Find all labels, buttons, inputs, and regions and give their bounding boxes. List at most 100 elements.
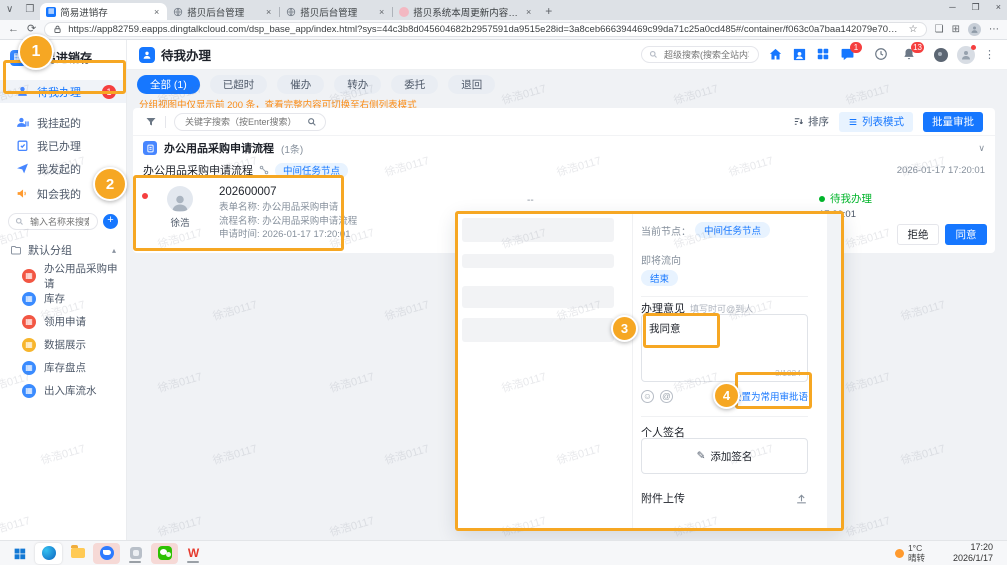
taskbar-app-icon[interactable] [122, 543, 149, 564]
collapse-up-icon[interactable]: ▴ [112, 246, 116, 255]
more-menu-icon[interactable]: ⋮ [984, 48, 995, 61]
assistant-icon[interactable] [934, 48, 948, 62]
contacts-icon[interactable] [792, 47, 807, 62]
filter-overdue[interactable]: 已超时 [210, 75, 268, 94]
avatar-notification-dot [971, 45, 976, 50]
sidebar-item-purchase-request[interactable]: ▦ 办公用品采购申请 [0, 264, 126, 287]
apps-grid-icon[interactable] [816, 47, 831, 62]
tab3-close-icon[interactable]: × [377, 7, 386, 17]
global-search-wrap[interactable] [641, 46, 759, 63]
list-mode-button[interactable]: 列表模式 [839, 112, 913, 132]
browser-menu-icon[interactable]: ⋯ [989, 25, 999, 35]
list-toolbar: 排序 列表模式 批量审批 [133, 108, 995, 136]
taskbar-dingtalk-icon[interactable] [93, 543, 120, 564]
url-field[interactable]: https://app82759.eapps.dingtalkcloud.com… [44, 22, 926, 37]
dialog-scroll-track[interactable] [827, 212, 843, 530]
notifications-badge: 13 [911, 42, 924, 53]
approve-button[interactable]: 同意 [945, 224, 987, 245]
user-avatar[interactable] [957, 46, 975, 64]
extensions-icon[interactable]: ⊞ [952, 25, 960, 35]
filter-all[interactable]: 全部 (1) [137, 75, 200, 94]
tab3-favicon-globe-icon [286, 7, 296, 17]
start-button[interactable] [6, 543, 33, 564]
messages-icon[interactable]: 1 [840, 47, 855, 62]
taskbar-edge-icon[interactable] [35, 543, 62, 564]
site-info-lock-icon[interactable] [53, 25, 62, 34]
history-clock-icon[interactable] [874, 47, 889, 62]
filter-delegate[interactable]: 委托 [391, 75, 438, 94]
window-minimize-icon[interactable]: ─ [949, 2, 955, 13]
filter-urge[interactable]: 催办 [277, 75, 324, 94]
new-tab-button[interactable]: + [539, 3, 558, 19]
tab1-close-icon[interactable]: × [152, 7, 161, 17]
browser-tab-3[interactable]: 搭贝后台管理 × [280, 3, 392, 20]
sidebar-search-input-wrap[interactable] [8, 213, 98, 230]
sort-button[interactable]: 排序 [793, 114, 829, 129]
add-group-button[interactable]: + [103, 214, 118, 229]
mention-at-icon[interactable]: @ [660, 390, 673, 403]
sidebar-item-requisition[interactable]: ▦ 领用申请 [0, 310, 126, 333]
keyword-search-input[interactable] [183, 116, 302, 128]
sidebar-item-todo[interactable]: 待我办理 1 [0, 80, 126, 103]
global-search-input[interactable] [662, 49, 751, 61]
sidebar-item-label: 知会我的 [37, 186, 81, 202]
applicant-block: 徐浩 [163, 186, 197, 229]
sidebar-item-suspended[interactable]: 我挂起的 [0, 111, 126, 134]
filter-return[interactable]: 退回 [448, 75, 495, 94]
section-collapse-chevron-icon[interactable]: ∨ [978, 143, 985, 154]
taskbar-weather[interactable]: 1°C 晴转 [895, 543, 925, 563]
sidebar-search-input[interactable] [28, 216, 91, 228]
tab-search-chevron-icon[interactable]: ∨ [0, 2, 19, 18]
group-item-label: 数据展示 [44, 337, 86, 352]
taskbar-wps-icon[interactable]: W [180, 543, 207, 564]
browser-tab-2[interactable]: 搭贝后台管理 × [167, 3, 279, 20]
task-row-header: 办公用品采购申请流程 中间任务节点 2026-01-17 17:20:01 [133, 160, 995, 180]
tab-workspaces-icon[interactable]: ❐ [19, 2, 40, 18]
window-restore-icon[interactable]: ❐ [972, 2, 980, 13]
window-close-icon[interactable]: × [996, 2, 1001, 13]
flow-section-header[interactable]: 办公用品采购申请流程 (1条) ∨ [133, 136, 995, 160]
task-info: 202600007 表单名称: 办公用品采购申请 流程名称: 办公用品采购申请流… [219, 186, 357, 242]
taskbar-wechat-icon[interactable] [151, 543, 178, 564]
inventory-icon: ▦ [22, 292, 36, 306]
back-icon[interactable]: ← [8, 24, 19, 35]
upload-icon[interactable] [795, 492, 808, 505]
bookmark-star-icon[interactable]: ☆ [909, 25, 918, 35]
folder-icon [10, 244, 22, 256]
emoji-icon[interactable]: ☺ [641, 390, 654, 403]
taskbar-clock[interactable]: 17:20 2026/1/17 [953, 542, 993, 564]
task-flow-label: 流程名称: 办公用品采购申请流程 [219, 215, 357, 229]
reject-button[interactable]: 拒绝 [897, 224, 939, 245]
sidebar-item-data-display[interactable]: ▦ 数据展示 [0, 333, 126, 356]
sidebar-item-stocktaking[interactable]: ▦ 库存盘点 [0, 356, 126, 379]
taskbar-explorer-icon[interactable] [64, 543, 91, 564]
browser-profile-avatar[interactable] [968, 23, 981, 36]
add-signature-label: 添加签名 [710, 449, 752, 464]
filter-funnel-icon[interactable] [145, 116, 157, 128]
next-node-row: 结束 [641, 270, 808, 286]
annotation-circle-1: 1 [18, 34, 54, 70]
keyword-search-wrap[interactable] [174, 113, 326, 131]
add-signature-button[interactable]: ✎ 添加签名 [641, 438, 808, 474]
tab4-close-icon[interactable]: × [524, 7, 533, 17]
tab1-title: 简易进销存 [60, 5, 148, 19]
collections-icon[interactable]: ❏ [935, 25, 944, 35]
notifications-bell-icon[interactable]: 13 [902, 47, 917, 62]
opinion-textarea[interactable]: 我同意 3/1024 [641, 314, 808, 382]
tab2-close-icon[interactable]: × [264, 7, 273, 17]
search-icon[interactable] [307, 117, 317, 127]
sidebar-item-stock-flow[interactable]: ▦ 出入库流水 [0, 379, 126, 402]
batch-approve-button[interactable]: 批量审批 [923, 112, 983, 132]
status-dot [819, 196, 825, 202]
browser-tab-1[interactable]: ▦ 简易进销存 × [40, 3, 167, 20]
handled-check-icon [16, 139, 29, 152]
form-skeleton-row [462, 218, 614, 242]
browser-tab-4[interactable]: 搭贝系统本周更新内容整理 - 豆包 × [393, 3, 539, 20]
todo-count-badge: 1 [102, 85, 116, 99]
filter-transfer[interactable]: 转办 [334, 75, 381, 94]
set-common-phrase-link[interactable]: 设置为常用审批语 [732, 389, 808, 403]
home-icon[interactable] [768, 47, 783, 62]
flow-doc-icon [143, 141, 157, 155]
current-node-pill[interactable]: 中间任务节点 [275, 163, 348, 178]
sidebar-item-handled[interactable]: 我已办理 [0, 134, 126, 157]
